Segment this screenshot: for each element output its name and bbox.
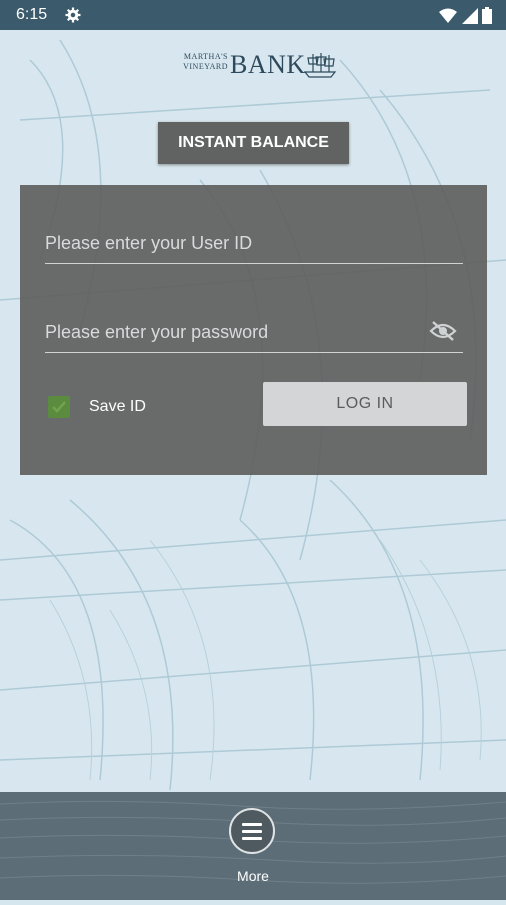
logo-line2: VINEYARD [183,62,228,71]
save-id-checkbox[interactable] [48,396,70,418]
save-id-label: Save ID [89,398,146,415]
battery-icon [482,7,492,25]
user-id-placeholder: Please enter your User ID [45,233,253,253]
login-panel: Please enter your User ID Please enter y… [20,185,487,475]
password-field[interactable]: Please enter your password [45,312,463,353]
ship-icon [303,53,337,78]
system-icons [439,7,492,25]
eye-off-icon[interactable] [429,320,457,342]
login-button[interactable]: LOG IN [263,382,467,426]
instant-balance-button[interactable]: INSTANT BALANCE [158,122,349,164]
signal-icon [461,7,478,24]
bank-logo: MARTHA'S VINEYARD BANK [170,50,338,80]
wifi-icon [439,8,458,23]
status-bar: 6:15 [0,0,506,30]
check-icon [52,401,66,413]
logo-line1: MARTHA'S [183,52,228,61]
settings-icon [65,7,81,23]
more-menu-button[interactable] [229,808,275,854]
user-id-field[interactable]: Please enter your User ID [45,223,463,264]
logo-text-small: MARTHA'S VINEYARD [170,52,228,72]
more-label[interactable]: More [0,868,506,884]
menu-icon-line [242,837,262,840]
menu-icon [242,823,262,826]
password-placeholder: Please enter your password [45,322,269,342]
status-time: 6:15 [16,6,48,23]
menu-icon-line [242,830,262,833]
logo-bank: BANK [230,50,306,79]
